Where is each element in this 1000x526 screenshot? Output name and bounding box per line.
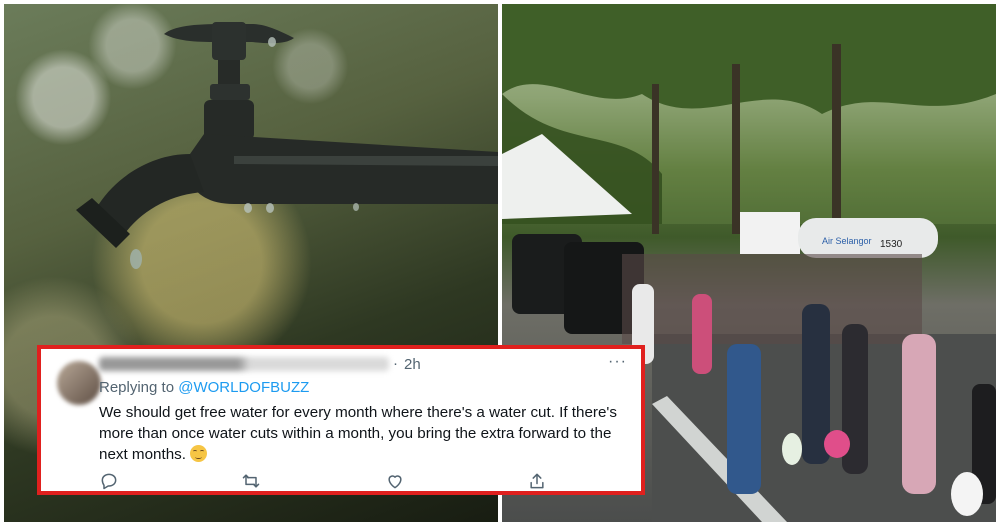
replying-to-line: Replying to @WORLDOFBUZZ [99,379,309,396]
like-icon[interactable] [385,471,407,493]
relieved-face-emoji-icon [190,445,208,462]
blurred-user-name [99,357,389,371]
tweet-card[interactable]: · 2h ··· Replying to @WORLDOFBUZZ We sho… [37,345,645,495]
retweet-icon[interactable] [241,471,263,493]
reply-icon[interactable] [99,471,121,493]
avatar[interactable] [57,361,101,405]
tweet-text: We should get free water for every month… [99,402,619,465]
replying-to-prefix: Replying to [99,379,179,396]
dot-separator: · [393,355,398,372]
tweet-action-bar [99,471,559,493]
share-icon[interactable] [527,471,549,493]
tweet-timestamp[interactable]: 2h [404,356,421,373]
tanker-brand: Air Selangor [822,236,872,246]
more-options-icon[interactable]: ··· [608,353,627,371]
tweet-text-content: We should get free water for every month… [99,404,617,463]
tanker-number: 1530 [880,239,903,250]
reply-handle-link[interactable]: @WORLDOFBUZZ [178,379,309,396]
